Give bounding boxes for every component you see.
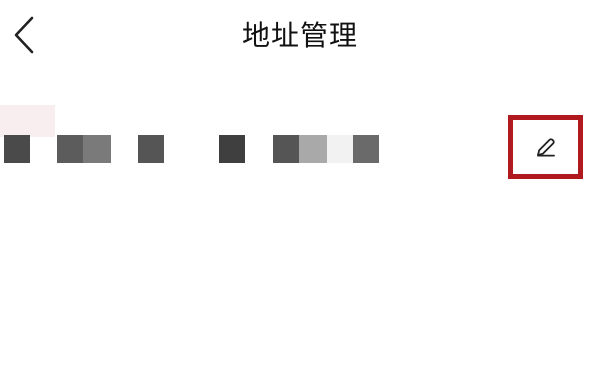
redacted-address-text <box>0 95 420 175</box>
pencil-icon <box>536 138 555 157</box>
address-management-screen: 地址管理 <box>0 0 600 379</box>
page-title: 地址管理 <box>241 19 358 52</box>
edit-address-button[interactable] <box>508 115 583 179</box>
